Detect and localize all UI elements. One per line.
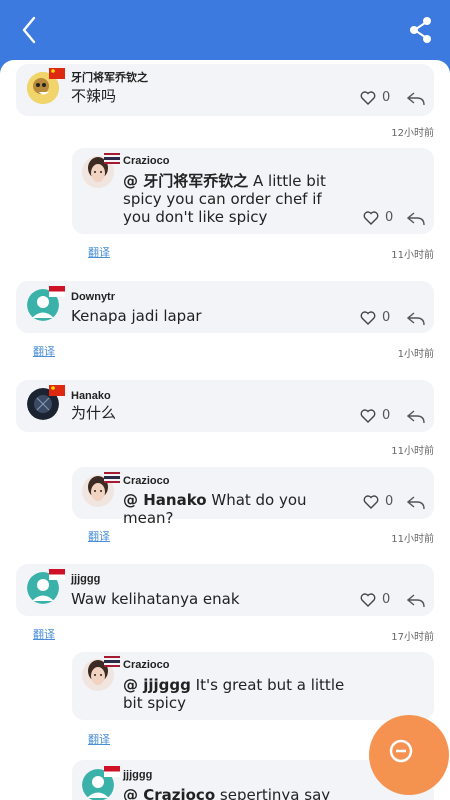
like-button[interactable]: 0: [360, 310, 390, 325]
translate-link[interactable]: 翻译: [88, 244, 110, 260]
translate-link[interactable]: 翻译: [33, 626, 55, 642]
reply-icon[interactable]: [407, 496, 425, 510]
comment-text: Kenapa jadi lapar: [71, 307, 202, 325]
reply-icon[interactable]: [407, 410, 425, 424]
reply-username[interactable]: Crazioco: [123, 155, 169, 167]
like-button[interactable]: 0: [363, 210, 393, 225]
like-count: 0: [382, 310, 391, 325]
comment-timestamp: 11小时前: [391, 534, 434, 545]
comment-timestamp: 12小时前: [391, 128, 434, 139]
china-flag-icon: [49, 68, 65, 79]
share-button[interactable]: [406, 14, 436, 46]
compose-comment-button[interactable]: [369, 715, 449, 795]
comment-text: 不辣吗: [71, 87, 117, 105]
reply-text: @ Hanako What do you mean?: [123, 491, 307, 527]
mention[interactable]: @ Crazioco: [123, 786, 215, 800]
comment-timestamp: 11小时前: [391, 446, 434, 457]
translate-link[interactable]: 翻译: [88, 528, 110, 544]
indonesia-flag-icon: [104, 766, 120, 777]
like-button[interactable]: 0: [360, 90, 390, 105]
thailand-flag-icon: [104, 656, 120, 667]
reply-username[interactable]: Crazioco: [123, 475, 169, 487]
comment-text: Waw kelihatanya enak: [71, 590, 240, 608]
comment-sheet: 牙门将军乔钦之 不辣吗 0 12小时前 Crazioco @ 牙门将军乔钦之 A…: [0, 60, 450, 800]
comment-text: 为什么: [71, 404, 117, 422]
china-flag-icon: [49, 385, 65, 396]
thailand-flag-icon: [104, 153, 120, 164]
translate-link[interactable]: 翻译: [33, 343, 55, 359]
like-button[interactable]: 0: [360, 408, 390, 423]
indonesia-flag-icon: [49, 569, 65, 580]
like-count: 0: [382, 592, 391, 607]
reply-username[interactable]: jjjggg: [123, 769, 152, 781]
reply-text: @ Crazioco sepertinya say: [123, 786, 353, 800]
like-count: 0: [385, 210, 394, 225]
mention[interactable]: @ 牙门将军乔钦之: [123, 172, 248, 190]
like-count: 0: [382, 408, 391, 423]
reply-username[interactable]: Crazioco: [123, 659, 169, 671]
heart-icon: [360, 90, 376, 105]
like-button[interactable]: 0: [363, 494, 393, 509]
reply-icon[interactable]: [407, 212, 425, 226]
reply-icon[interactable]: [407, 594, 425, 608]
heart-icon: [360, 592, 376, 607]
mention[interactable]: @ Hanako: [123, 491, 207, 509]
like-count: 0: [382, 90, 391, 105]
comment-timestamp: 1小时前: [397, 349, 434, 360]
translate-link[interactable]: 翻译: [88, 731, 110, 747]
comment-username[interactable]: Downytr: [71, 291, 115, 303]
reply-text: @ 牙门将军乔钦之 A little bit spicy you can ord…: [123, 172, 326, 226]
like-button[interactable]: 0: [360, 592, 390, 607]
chevron-left-icon: [22, 16, 36, 44]
back-button[interactable]: [16, 14, 44, 46]
share-icon: [410, 17, 431, 43]
heart-icon: [360, 310, 376, 325]
thailand-flag-icon: [104, 472, 120, 483]
comment-username[interactable]: Hanako: [71, 390, 111, 402]
heart-icon: [363, 494, 379, 509]
like-count: 0: [385, 494, 394, 509]
comment-username[interactable]: jjjggg: [71, 573, 100, 585]
indonesia-flag-icon: [49, 286, 65, 297]
reply-icon[interactable]: [407, 92, 425, 106]
heart-icon: [363, 210, 379, 225]
mention[interactable]: @ jjjggg: [123, 676, 191, 694]
comment-username[interactable]: 牙门将军乔钦之: [71, 69, 148, 85]
comment-timestamp: 11小时前: [391, 250, 434, 261]
reply-icon[interactable]: [407, 312, 425, 326]
comment-timestamp: 17小时前: [391, 632, 434, 643]
reply-text: @ jjjggg It's great but a little bit spi…: [123, 676, 345, 712]
comment-icon: [389, 739, 413, 763]
heart-icon: [360, 408, 376, 423]
